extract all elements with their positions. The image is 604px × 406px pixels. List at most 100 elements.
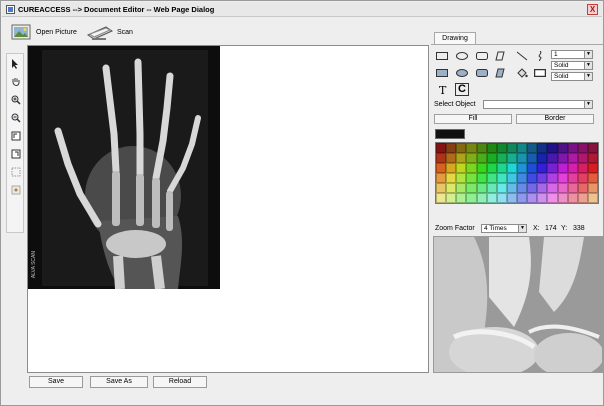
palette-color-cell[interactable] <box>517 183 528 193</box>
palette-color-cell[interactable] <box>486 173 497 183</box>
palette-color-cell[interactable] <box>436 183 447 193</box>
palette-color-cell[interactable] <box>567 173 578 183</box>
zoom-out-tool[interactable] <box>9 111 22 124</box>
palette-color-cell[interactable] <box>587 153 598 163</box>
palette-color-cell[interactable] <box>436 143 447 153</box>
palette-color-cell[interactable] <box>527 183 538 193</box>
clear-tool[interactable]: C <box>455 83 469 96</box>
palette-color-cell[interactable] <box>577 173 588 183</box>
palette-color-cell[interactable] <box>466 153 477 163</box>
filled-ellipse-tool[interactable] <box>455 67 469 78</box>
palette-color-cell[interactable] <box>577 153 588 163</box>
palette-color-cell[interactable] <box>456 193 467 203</box>
palette-color-cell[interactable] <box>476 173 487 183</box>
palette-color-cell[interactable] <box>446 193 457 203</box>
close-button[interactable]: X <box>587 4 598 15</box>
save-button[interactable]: Save <box>29 376 83 388</box>
border-button[interactable]: Border <box>516 114 594 124</box>
rotate-right-tool[interactable] <box>9 147 22 160</box>
ellipse-tool[interactable] <box>455 50 469 61</box>
palette-color-cell[interactable] <box>547 153 558 163</box>
palette-color-cell[interactable] <box>547 163 558 173</box>
palette-color-cell[interactable] <box>436 193 447 203</box>
palette-color-cell[interactable] <box>587 163 598 173</box>
reset-tool[interactable] <box>9 183 22 196</box>
palette-color-cell[interactable] <box>446 183 457 193</box>
palette-color-cell[interactable] <box>537 183 548 193</box>
palette-color-cell[interactable] <box>466 163 477 173</box>
palette-color-cell[interactable] <box>537 163 548 173</box>
palette-color-cell[interactable] <box>547 143 558 153</box>
palette-color-cell[interactable] <box>456 163 467 173</box>
reload-button[interactable]: Reload <box>153 376 207 388</box>
text-tool[interactable]: T <box>439 84 446 97</box>
palette-color-cell[interactable] <box>486 153 497 163</box>
palette-color-cell[interactable] <box>436 163 447 173</box>
palette-color-cell[interactable] <box>517 143 528 153</box>
line-style-select-1[interactable]: Solid ▼ <box>551 61 593 70</box>
open-picture-button[interactable]: Open Picture <box>11 22 77 42</box>
rotate-left-tool[interactable] <box>9 129 22 142</box>
palette-color-cell[interactable] <box>456 173 467 183</box>
palette-color-cell[interactable] <box>567 153 578 163</box>
palette-color-cell[interactable] <box>557 183 568 193</box>
palette-color-cell[interactable] <box>456 183 467 193</box>
palette-color-cell[interactable] <box>496 153 507 163</box>
palette-color-cell[interactable] <box>527 153 538 163</box>
filled-rounded-rect-tool[interactable] <box>475 67 489 78</box>
select-region-tool[interactable] <box>9 165 22 178</box>
zoom-in-tool[interactable] <box>9 93 22 106</box>
palette-color-cell[interactable] <box>506 153 517 163</box>
line-tool[interactable] <box>515 50 529 61</box>
palette-color-cell[interactable] <box>456 143 467 153</box>
palette-color-cell[interactable] <box>506 193 517 203</box>
save-as-button[interactable]: Save As <box>90 376 148 388</box>
palette-color-cell[interactable] <box>486 183 497 193</box>
polygon-tool[interactable] <box>493 50 507 61</box>
paint-bucket-tool[interactable] <box>515 67 529 78</box>
palette-color-cell[interactable] <box>567 183 578 193</box>
palette-color-cell[interactable] <box>557 173 568 183</box>
palette-color-cell[interactable] <box>486 193 497 203</box>
rectangle-tool[interactable] <box>435 50 449 61</box>
palette-color-cell[interactable] <box>466 193 477 203</box>
palette-color-cell[interactable] <box>527 143 538 153</box>
palette-color-cell[interactable] <box>557 153 568 163</box>
palette-color-cell[interactable] <box>496 193 507 203</box>
palette-color-cell[interactable] <box>557 163 568 173</box>
palette-color-cell[interactable] <box>537 153 548 163</box>
palette-color-cell[interactable] <box>567 163 578 173</box>
palette-color-cell[interactable] <box>476 153 487 163</box>
palette-color-cell[interactable] <box>587 183 598 193</box>
palette-color-cell[interactable] <box>496 173 507 183</box>
palette-color-cell[interactable] <box>577 163 588 173</box>
freehand-tool[interactable] <box>533 50 547 61</box>
palette-color-cell[interactable] <box>537 193 548 203</box>
palette-color-cell[interactable] <box>446 153 457 163</box>
palette-color-cell[interactable] <box>577 143 588 153</box>
pointer-tool[interactable] <box>9 57 22 70</box>
palette-color-cell[interactable] <box>466 173 477 183</box>
palette-color-cell[interactable] <box>506 143 517 153</box>
filled-rectangle-tool[interactable] <box>435 67 449 78</box>
rounded-rect-tool[interactable] <box>475 50 489 61</box>
palette-color-cell[interactable] <box>527 193 538 203</box>
palette-color-cell[interactable] <box>476 183 487 193</box>
filled-polygon-tool[interactable] <box>493 67 507 78</box>
palette-color-cell[interactable] <box>537 143 548 153</box>
palette-color-cell[interactable] <box>446 173 457 183</box>
palette-color-cell[interactable] <box>577 183 588 193</box>
palette-color-cell[interactable] <box>517 193 528 203</box>
palette-color-cell[interactable] <box>446 163 457 173</box>
line-style-select-2[interactable]: Solid ▼ <box>551 72 593 81</box>
line-width-select[interactable]: 1 ▼ <box>551 50 593 59</box>
palette-color-cell[interactable] <box>496 143 507 153</box>
palette-color-cell[interactable] <box>506 173 517 183</box>
palette-color-cell[interactable] <box>517 153 528 163</box>
palette-color-cell[interactable] <box>547 173 558 183</box>
palette-color-cell[interactable] <box>527 173 538 183</box>
palette-color-cell[interactable] <box>557 193 568 203</box>
palette-color-cell[interactable] <box>587 173 598 183</box>
image-canvas[interactable]: ALVA SCAN <box>27 45 429 373</box>
palette-color-cell[interactable] <box>486 143 497 153</box>
